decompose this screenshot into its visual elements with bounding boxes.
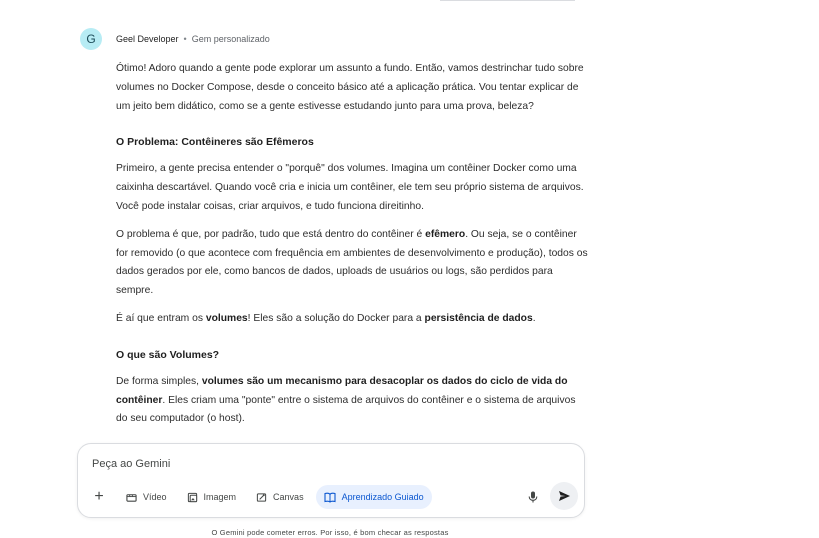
add-attachment-button[interactable]: +: [88, 486, 110, 508]
tool-image-button[interactable]: Imagem: [179, 485, 245, 509]
send-icon: [558, 491, 570, 501]
prompt-input[interactable]: [92, 456, 552, 472]
response-content: Ótimo! Adoro quando a gente pode explora…: [116, 60, 588, 442]
tool-video-label: Vídeo: [143, 492, 167, 502]
canvas-icon: [256, 492, 267, 502]
disclaimer-text: O Gemini pode cometer erros. Por isso, é…: [211, 528, 449, 537]
video-icon: [126, 493, 137, 502]
gem-avatar[interactable]: G: [80, 28, 102, 50]
microphone-button[interactable]: [524, 488, 542, 506]
image-icon: [187, 492, 197, 502]
separator-dot: •: [183, 34, 187, 44]
section-heading-what-are-volumes: O que são Volumes?: [116, 348, 220, 361]
top-divider: [440, 0, 575, 1]
tool-guided-learning-label: Aprendizado Guiado: [341, 492, 424, 502]
microphone-icon: [528, 491, 538, 503]
prompt-composer: + Vídeo Imagem: [77, 443, 585, 518]
gem-type-label: Gem personalizado: [191, 34, 270, 44]
send-button[interactable]: [550, 482, 578, 510]
gem-name: Geel Developer: [116, 34, 179, 44]
tool-canvas-label: Canvas: [273, 492, 304, 502]
book-icon: [324, 492, 336, 503]
paragraph-ephemeral: O problema é que, por padrão, tudo que e…: [116, 228, 588, 297]
paragraph-why-volumes: Primeiro, a gente precisa entender o "po…: [116, 163, 584, 212]
tool-canvas-button[interactable]: Canvas: [248, 485, 312, 509]
tool-image-label: Imagem: [203, 492, 237, 502]
composer-toolbar: + Vídeo Imagem Canvas Aprendizado Guiado: [88, 484, 436, 510]
response-header: G Geel Developer • Gem personalizado: [80, 28, 270, 50]
paragraph-volumes-enter: É aí que entram os volumes! Eles são a s…: [116, 312, 536, 324]
chat-page: G Geel Developer • Gem personalizado Óti…: [0, 0, 819, 538]
intro-paragraph: Ótimo! Adoro quando a gente pode explora…: [116, 63, 584, 112]
paragraph-definition: De forma simples, volumes são um mecanis…: [116, 375, 576, 425]
content-fade: [116, 424, 588, 444]
section-heading-problem: O Problema: Contêineres são Efêmeros: [116, 136, 314, 149]
tool-guided-learning-button[interactable]: Aprendizado Guiado: [315, 485, 432, 509]
tool-video-button[interactable]: Vídeo: [118, 485, 175, 509]
